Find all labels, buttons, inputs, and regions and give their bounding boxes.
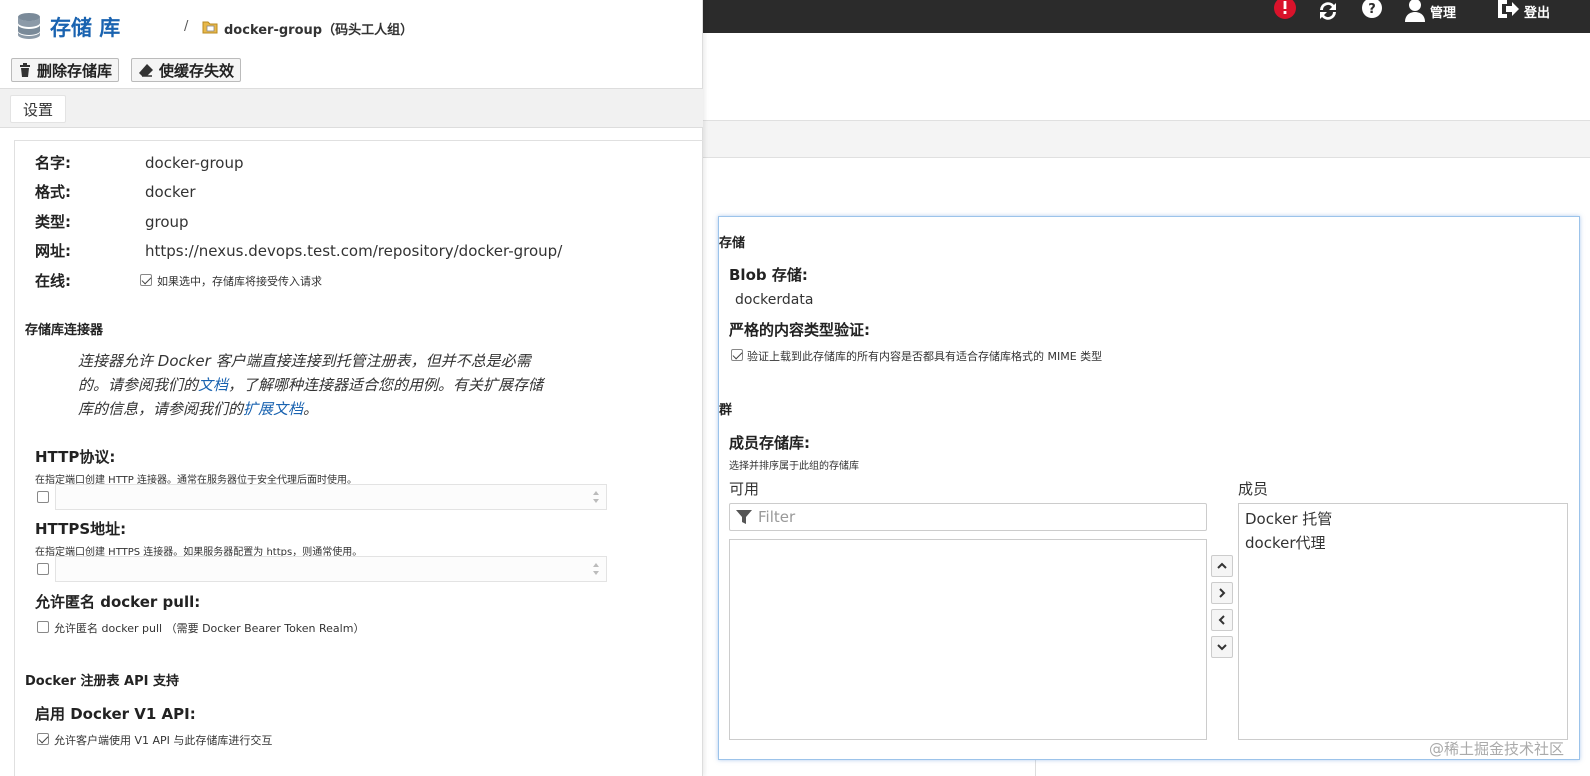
page-title[interactable]: 存储 库 — [50, 12, 120, 42]
available-label: 可用 — [729, 480, 760, 498]
member-repos-help: 选择并排序属于此组的存储库 — [729, 461, 859, 472]
online-text: 如果选中，存储库将接受传入请求 — [157, 275, 322, 288]
repository-panel: 存储 库 / docker-group（码头工人组） 删除存储库 使缓存失效 设… — [0, 0, 703, 776]
filter-placeholder: Filter — [758, 508, 796, 526]
blob-store-label: Blob 存储: — [729, 266, 808, 284]
type-label: 类型: — [35, 213, 71, 231]
connectors-description: 连接器允许 Docker 客户端直接连接到托管注册表，但并不总是必需的。请参阅我… — [78, 349, 558, 421]
storage-group-card: 存储 Blob 存储: dockerdata 严格的内容类型验证: 验证上载到此… — [718, 216, 1580, 760]
list-item[interactable]: docker代理 — [1245, 531, 1561, 555]
eraser-icon — [139, 64, 153, 77]
move-up-button[interactable] — [1211, 555, 1233, 577]
delete-repository-label: 删除存储库 — [37, 61, 113, 80]
members-column-label: 成员 — [1238, 480, 1269, 498]
extension-docs-link[interactable]: 扩展文档 — [243, 400, 303, 418]
member-repos-label: 成员存储库: — [729, 434, 810, 452]
repository-folder-icon — [202, 21, 218, 34]
spinner-icon — [593, 563, 599, 575]
svg-text:?: ? — [1368, 2, 1376, 17]
database-icon — [18, 13, 40, 39]
admin-menu[interactable]: 管理 — [1404, 0, 1456, 22]
type-value: group — [145, 213, 189, 231]
online-label: 在线: — [35, 272, 71, 290]
available-list[interactable] — [729, 539, 1207, 740]
chevron-left-icon — [1218, 615, 1225, 625]
tab-settings[interactable]: 设置 — [10, 95, 67, 123]
invalidate-cache-label: 使缓存失效 — [159, 61, 235, 80]
breadcrumb-repo: docker-group（码头工人组） — [224, 23, 414, 38]
https-checkbox[interactable] — [37, 563, 49, 575]
members-list[interactable]: Docker 托管 docker代理 — [1238, 503, 1568, 740]
group-section-title: 群 — [719, 403, 733, 418]
blob-store-value: dockerdata — [735, 292, 814, 308]
breadcrumb: 存储 库 / docker-group（码头工人组） — [0, 0, 703, 56]
https-label: HTTPS地址: — [35, 520, 127, 538]
list-item[interactable]: Docker 托管 — [1245, 507, 1561, 531]
name-value: docker-group — [145, 154, 244, 172]
v1-api-text: 允许客户端使用 V1 API 与此存储库进行交互 — [54, 734, 273, 747]
chevron-down-icon — [1217, 644, 1227, 651]
url-label: 网址: — [35, 242, 71, 260]
url-value[interactable]: https://nexus.devops.test.com/repository… — [145, 242, 562, 260]
format-value: docker — [145, 183, 196, 201]
docs-link[interactable]: 文档 — [198, 376, 228, 394]
move-down-button[interactable] — [1211, 636, 1233, 658]
logout-icon — [1498, 0, 1519, 18]
online-checkbox[interactable] — [140, 274, 152, 286]
watermark: @稀土掘金技术社区 — [1428, 740, 1564, 758]
strict-validation-label: 严格的内容类型验证: — [729, 321, 870, 339]
v1-api-checkbox[interactable] — [37, 733, 49, 745]
toolbar: 删除存储库 使缓存失效 — [0, 56, 703, 88]
name-label: 名字: — [35, 154, 71, 172]
alert-icon[interactable] — [1272, 0, 1298, 22]
chevron-right-icon — [1219, 588, 1226, 598]
strict-validation-checkbox[interactable] — [731, 349, 743, 361]
registry-api-section-title: Docker 注册表 API 支持 — [25, 674, 179, 689]
logout-button[interactable]: 登出 — [1496, 0, 1550, 22]
http-checkbox[interactable] — [37, 491, 49, 503]
background-strip — [702, 120, 1590, 158]
spinner-icon — [593, 491, 599, 503]
connectors-text-3: 。 — [303, 400, 319, 418]
add-member-button[interactable] — [1211, 582, 1233, 604]
trash-icon — [20, 63, 30, 77]
logout-label: 登出 — [1524, 5, 1551, 21]
filter-input[interactable]: Filter — [729, 503, 1207, 531]
settings-form: 名字: docker-group 格式: docker 类型: group 网址… — [14, 140, 703, 776]
breadcrumb-separator: / — [184, 19, 189, 34]
tab-bar: 设置 — [0, 88, 703, 128]
delete-repository-button[interactable]: 删除存储库 — [11, 58, 120, 82]
anonymous-pull-text: 允许匿名 docker pull （需要 Docker Bearer Token… — [54, 622, 365, 635]
connectors-section-title: 存储库连接器 — [25, 323, 104, 338]
v1-api-label: 启用 Docker V1 API: — [35, 705, 196, 723]
strict-validation-text: 验证上载到此存储库的所有内容是否都具有适合存储库格式的 MIME 类型 — [747, 350, 1103, 363]
user-icon — [1405, 0, 1425, 22]
admin-label: 管理 — [1430, 5, 1457, 21]
help-icon[interactable]: ? — [1360, 0, 1384, 22]
filter-icon — [736, 510, 752, 524]
background-panel — [702, 33, 1590, 121]
http-label: HTTP协议: — [35, 448, 116, 466]
refresh-icon[interactable] — [1316, 0, 1340, 22]
storage-section-title: 存储 — [719, 236, 746, 251]
invalidate-cache-button[interactable]: 使缓存失效 — [131, 58, 242, 82]
http-port-input[interactable] — [55, 484, 607, 510]
anonymous-pull-label: 允许匿名 docker pull: — [35, 593, 201, 611]
https-port-input[interactable] — [55, 556, 607, 582]
format-label: 格式: — [35, 183, 71, 201]
chevron-up-icon — [1217, 562, 1227, 569]
anonymous-pull-checkbox[interactable] — [37, 621, 49, 633]
remove-member-button[interactable] — [1211, 609, 1233, 631]
